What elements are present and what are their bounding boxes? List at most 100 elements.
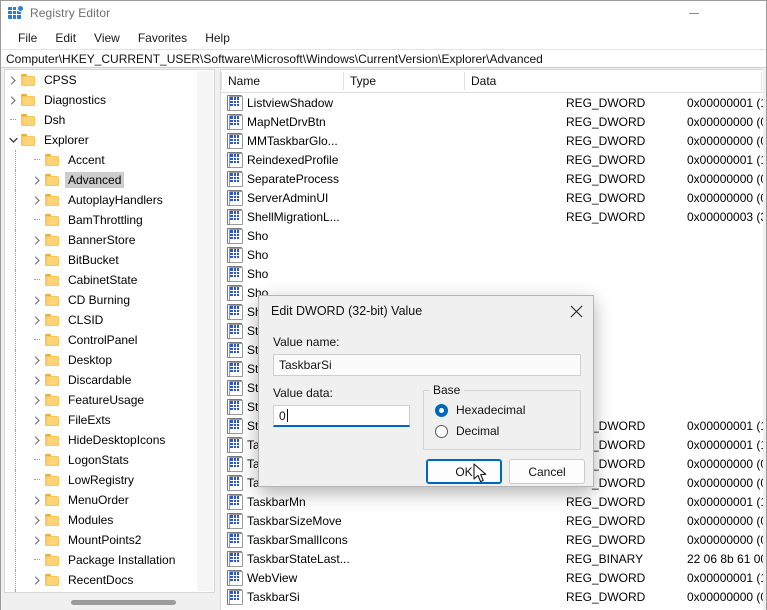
dword-value-icon [226,399,243,414]
value-row[interactable]: ShellMigrationL...REG_DWORD0x00000003 (3… [221,207,763,226]
chevron-right-icon[interactable] [29,530,45,550]
folder-icon [45,154,61,167]
tree-item[interactable]: FeatureUsage [5,390,198,410]
value-row[interactable]: ListviewShadowREG_DWORD0x00000001 (1) [221,93,763,112]
address-bar[interactable]: Computer\HKEY_CURRENT_USER\Software\Micr… [1,49,766,68]
tree-item[interactable]: RecentDocs [5,570,198,590]
folder-icon [45,254,61,267]
folder-icon [45,314,61,327]
value-name-cell: ServerAdminUI [247,191,328,205]
chevron-down-icon[interactable] [5,130,21,150]
chevron-right-icon[interactable] [29,490,45,510]
tree-item-label: HideDesktopIcons [65,432,168,448]
tree-item[interactable]: CabinetState [5,270,198,290]
tree-item[interactable]: CD Burning [5,290,198,310]
menu-item-edit[interactable]: Edit [46,29,85,47]
registry-tree[interactable]: CPSSDiagnostics Dsh ExplorerAccentAdvanced… [5,70,198,592]
tree-item[interactable]: BamThrottling [5,210,198,230]
folder-icon [21,94,37,107]
values-column-header: Name Type Data [221,70,763,93]
column-header-data[interactable]: Data [464,70,761,92]
tree-vertical-scrollbar[interactable] [197,71,213,591]
value-row[interactable]: MMTaskbarGlo...REG_DWORD0x00000000 (0) [221,131,763,150]
chevron-right-icon[interactable] [29,250,45,270]
value-data-input[interactable]: 0 [273,405,410,427]
value-row[interactable]: TaskbarSiREG_DWORD0x00000000 (0) [221,587,763,606]
tree-item[interactable]: MenuOrder [5,490,198,510]
tree-item[interactable]: ControlPanel [5,330,198,350]
tree-item[interactable]: Package Installation [5,550,198,570]
value-name-input[interactable]: TaskbarSi [273,354,581,376]
tree-item[interactable]: Explorer [5,130,198,150]
chevron-right-icon[interactable] [5,90,21,110]
chevron-right-icon[interactable] [29,390,45,410]
chevron-right-icon[interactable] [29,190,45,210]
dword-value-icon [226,361,243,376]
value-row[interactable]: Sho [221,264,763,283]
value-row[interactable]: Sho [221,226,763,245]
value-name-cell: TaskbarSmallIcons [247,533,348,547]
value-row[interactable]: TaskbarSizeMoveREG_DWORD0x00000000 (0) [221,511,763,530]
ok-button[interactable]: OK [426,459,502,484]
value-row[interactable]: TaskbarSmallIconsREG_DWORD0x00000000 (0) [221,530,763,549]
folder-icon [45,574,61,587]
chevron-right-icon[interactable] [29,430,45,450]
tree-item[interactable]: LowRegistry [5,470,198,490]
chevron-right-icon[interactable] [29,350,45,370]
tree-item[interactable]: Dsh [5,110,198,130]
chevron-right-icon[interactable] [29,510,45,530]
dword-value-icon [226,285,243,300]
dialog-close-icon[interactable] [559,296,593,326]
chevron-right-icon[interactable] [29,170,45,190]
tree-item[interactable]: RunMRU [5,590,198,592]
value-type-cell: REG_DWORD [566,191,645,205]
value-row[interactable]: Sho [221,245,763,264]
folder-icon [21,74,37,87]
column-header-type[interactable]: Type [343,70,464,92]
value-row[interactable]: SeparateProcessREG_DWORD0x00000000 (0) [221,169,763,188]
radio-decimal[interactable]: Decimal [435,424,499,438]
value-row[interactable]: MapNetDrvBtnREG_DWORD0x00000000 (0) [221,112,763,131]
tree-item[interactable]: HideDesktopIcons [5,430,198,450]
tree-item[interactable]: Advanced [5,170,198,190]
tree-item-label: Dsh [41,112,68,128]
tree-item[interactable]: MountPoints2 [5,530,198,550]
cancel-button[interactable]: Cancel [509,459,585,484]
dword-value-icon [226,247,243,262]
chevron-right-icon[interactable] [29,230,45,250]
chevron-right-icon[interactable] [5,70,21,90]
chevron-right-icon[interactable] [29,290,45,310]
value-name-cell: MMTaskbarGlo... [247,134,338,148]
column-header-name[interactable]: Name [221,70,343,92]
chevron-right-icon[interactable] [29,310,45,330]
value-row[interactable]: ReindexedProfileREG_DWORD0x00000001 (1) [221,150,763,169]
tree-item[interactable]: FileExts [5,410,198,430]
chevron-right-icon[interactable] [29,370,45,390]
close-button[interactable] [737,1,766,26]
folder-icon [45,274,61,287]
menu-item-favorites[interactable]: Favorites [129,29,196,47]
menu-item-file[interactable]: File [9,29,46,47]
tree-item[interactable]: BitBucket [5,250,198,270]
dword-value-icon [226,266,243,281]
chevron-right-icon[interactable] [29,570,45,590]
value-row[interactable]: TaskbarMnREG_DWORD0x00000001 (1) [221,492,763,511]
tree-item[interactable]: BannerStore [5,230,198,250]
radio-hexadecimal[interactable]: Hexadecimal [435,403,525,417]
tree-item[interactable]: CPSS [5,70,198,90]
tree-item[interactable]: Accent [5,150,198,170]
tree-item[interactable]: Desktop [5,350,198,370]
tree-item[interactable]: Discardable [5,370,198,390]
menu-item-view[interactable]: View [85,29,129,47]
tree-item[interactable]: CLSID [5,310,198,330]
tree-item[interactable]: LogonStats [5,450,198,470]
value-row[interactable]: ServerAdminUIREG_DWORD0x00000000 (0) [221,188,763,207]
tree-item[interactable]: AutoplayHandlers [5,190,198,210]
tree-item[interactable]: Modules [5,510,198,530]
tree-horizontal-scroll-thumb[interactable] [71,600,176,605]
tree-item[interactable]: Diagnostics [5,90,198,110]
chevron-right-icon[interactable] [29,410,45,430]
value-row[interactable]: WebViewREG_DWORD0x00000001 (1) [221,568,763,587]
menu-item-help[interactable]: Help [196,29,239,47]
value-row[interactable]: TaskbarStateLast...REG_BINARY22 06 8b 61… [221,549,763,568]
